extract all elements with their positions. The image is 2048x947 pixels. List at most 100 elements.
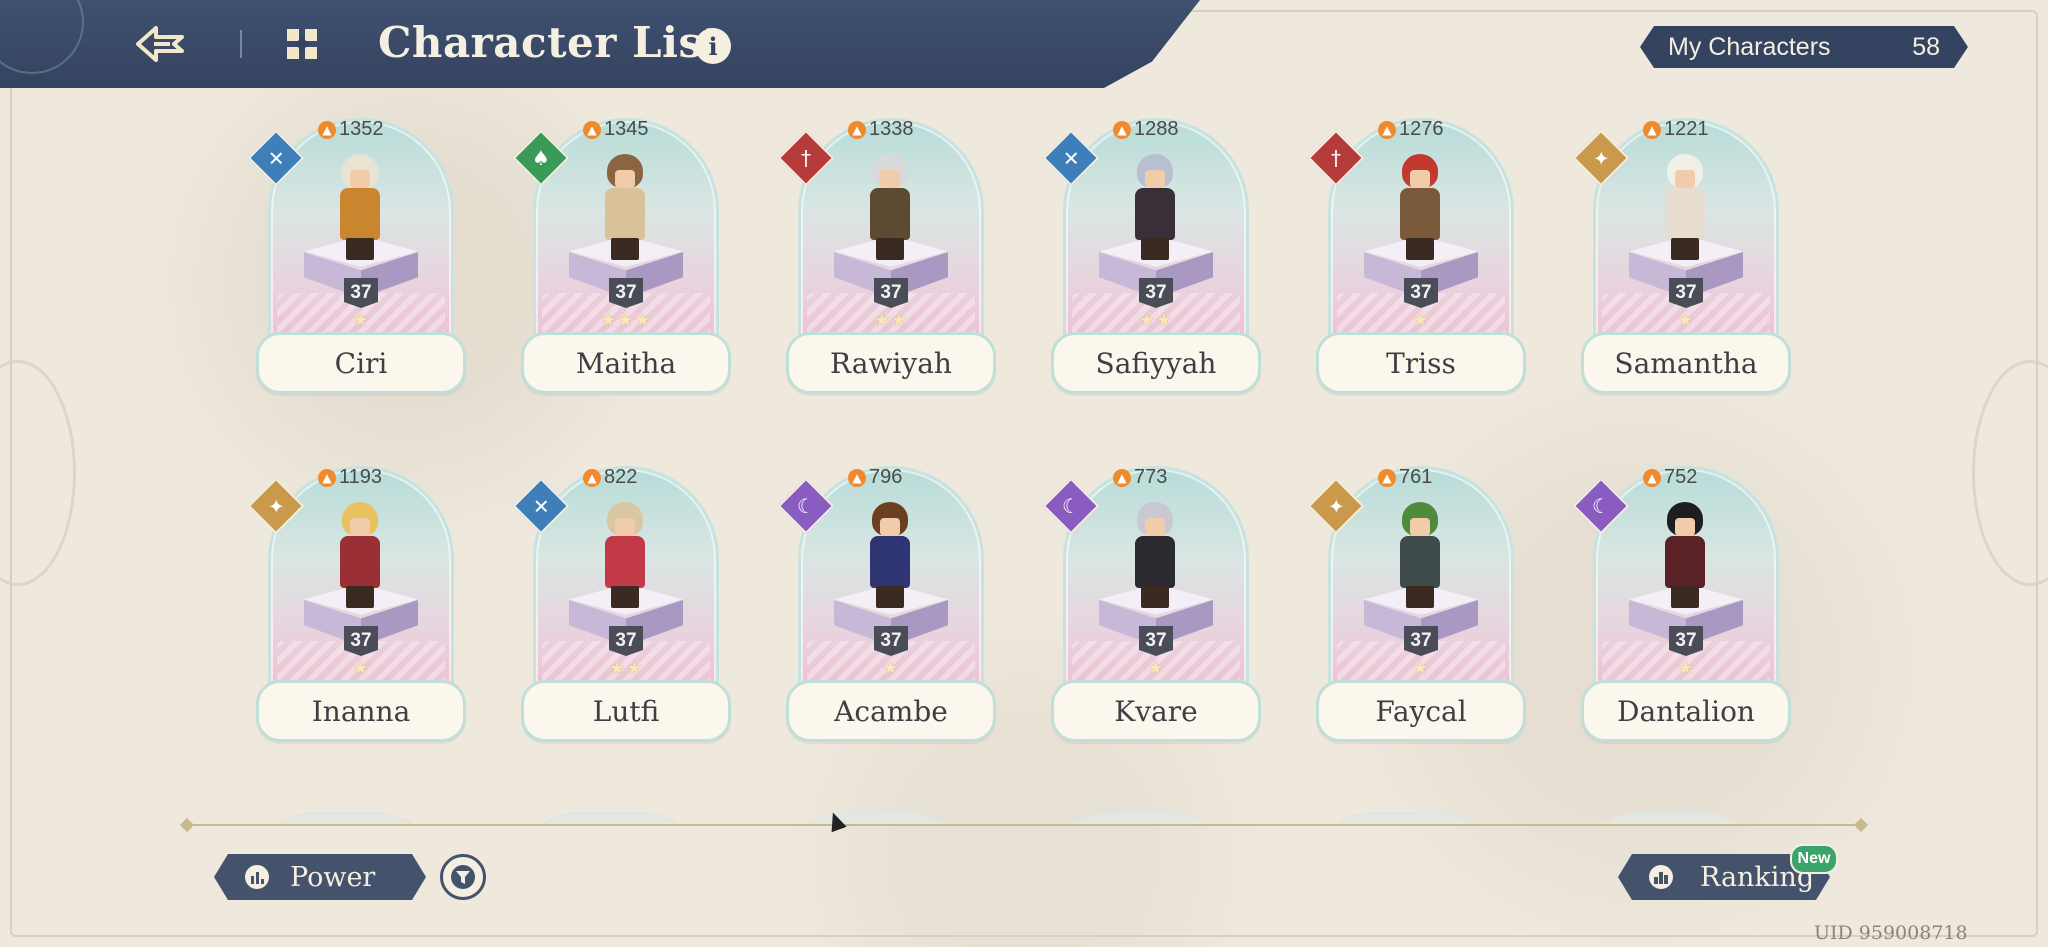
character-sprite [858,494,922,614]
character-stars: ★ [1412,658,1430,679]
character-power-value: 1338 [869,118,914,140]
character-name: Triss [1316,332,1526,394]
character-power-value: 822 [604,466,638,488]
character-level-badge: 37 [609,278,643,308]
character-card[interactable]: ♠ ▲ 1345 37 ★★★ Maitha [512,118,731,418]
flame-icon: ▲ [318,468,336,487]
character-stars: ★ [1147,658,1165,679]
character-level-badge: 37 [874,626,908,656]
character-sprite [1653,146,1717,266]
character-power: ▲ 1193 [318,466,382,489]
character-power: ▲ 773 [1113,466,1167,489]
flame-icon: ▲ [848,120,866,139]
character-power-value: 1276 [1399,118,1444,140]
flame-icon: ▲ [1378,120,1396,139]
back-arrow-icon [136,26,184,62]
ranking-icon [1648,864,1674,890]
character-power: ▲ 1276 [1378,118,1444,141]
character-power: ▲ 796 [848,466,902,489]
character-power: ▲ 1338 [848,118,914,141]
character-name: Safiyyah [1051,332,1261,394]
character-sprite [328,494,392,614]
sort-power-button[interactable]: Power [214,854,426,900]
character-power-value: 1352 [339,118,384,140]
page-title: Character List [378,18,723,67]
character-stars: ★★ [608,658,644,679]
header-separator [240,30,242,58]
next-row-peek [190,806,1870,826]
character-power-value: 1288 [1134,118,1179,140]
character-sprite [593,494,657,614]
character-level-badge: 37 [609,626,643,656]
character-power-value: 773 [1134,466,1168,488]
my-characters-count: 58 [1912,32,1940,61]
flame-icon: ▲ [1378,468,1396,487]
character-stars: ★ [1677,310,1695,331]
flame-icon: ▲ [583,120,601,139]
character-card[interactable]: ✕ ▲ 822 37 ★★ Lutfi [512,466,731,766]
character-level-badge: 37 [1669,626,1703,656]
character-power: ▲ 752 [1643,466,1697,489]
character-level-badge: 37 [874,278,908,308]
character-level-badge: 37 [1404,626,1438,656]
character-stars: ★ [352,658,370,679]
character-sprite [328,146,392,266]
character-sprite [1653,494,1717,614]
character-stars: ★ [1412,310,1430,331]
filter-icon [451,865,475,889]
back-button[interactable] [132,20,188,68]
character-stars: ★ [1677,658,1695,679]
filter-button[interactable] [440,854,486,900]
character-power-value: 796 [869,466,903,488]
character-power: ▲ 761 [1378,466,1432,489]
flame-icon: ▲ [1643,468,1661,487]
character-name: Dantalion [1581,680,1791,742]
character-level-badge: 37 [344,278,378,308]
character-power: ▲ 1345 [583,118,649,141]
character-stars: ★★ [1138,310,1174,331]
character-card[interactable]: † ▲ 1338 37 ★★ Rawiyah [777,118,996,418]
character-stars: ★ [352,310,370,331]
character-sprite [1123,146,1187,266]
character-card[interactable]: ☾ ▲ 796 37 ★ Acambe [777,466,996,766]
character-power-value: 752 [1664,466,1698,488]
character-stars: ★★★ [600,310,652,331]
character-card[interactable]: ☾ ▲ 752 37 ★ Dantalion [1572,466,1791,766]
character-name: Rawiyah [786,332,996,394]
character-name: Maitha [521,332,731,394]
character-sprite [1388,494,1452,614]
character-power: ▲ 822 [583,466,637,489]
flame-icon: ▲ [848,468,866,487]
character-power: ▲ 1352 [318,118,384,141]
character-power-value: 1221 [1664,118,1709,140]
info-button[interactable]: i [695,28,731,64]
character-level-badge: 37 [1669,278,1703,308]
character-card[interactable]: ✦ ▲ 1221 37 ★ Samantha [1572,118,1791,418]
character-level-badge: 37 [344,626,378,656]
character-sprite [858,146,922,266]
bar-chart-icon [244,864,270,890]
character-stars: ★ [882,658,900,679]
new-badge: New [1790,844,1838,874]
character-name: Acambe [786,680,996,742]
character-card[interactable]: ✕ ▲ 1288 37 ★★ Safiyyah [1042,118,1261,418]
character-sprite [593,146,657,266]
flame-icon: ▲ [1643,120,1661,139]
character-name: Inanna [256,680,466,742]
my-characters-label: My Characters [1668,32,1831,61]
character-card[interactable]: ✕ ▲ 1352 37 ★ Ciri [247,118,466,418]
character-name: Faycal [1316,680,1526,742]
character-level-badge: 37 [1404,278,1438,308]
sort-power-label: Power [290,861,376,893]
flame-icon: ▲ [318,120,336,139]
user-id: UID 959008718 [1814,922,1968,944]
list-divider [186,824,1862,826]
view-toggle-button[interactable] [284,26,320,62]
character-card[interactable]: ☾ ▲ 773 37 ★ Kvare [1042,466,1261,766]
grid-icon [287,29,317,59]
character-card[interactable]: ✦ ▲ 1193 37 ★ Inanna [247,466,466,766]
character-sprite [1388,146,1452,266]
character-card[interactable]: ✦ ▲ 761 37 ★ Faycal [1307,466,1526,766]
character-card[interactable]: † ▲ 1276 37 ★ Triss [1307,118,1526,418]
character-power-value: 1193 [339,466,383,488]
